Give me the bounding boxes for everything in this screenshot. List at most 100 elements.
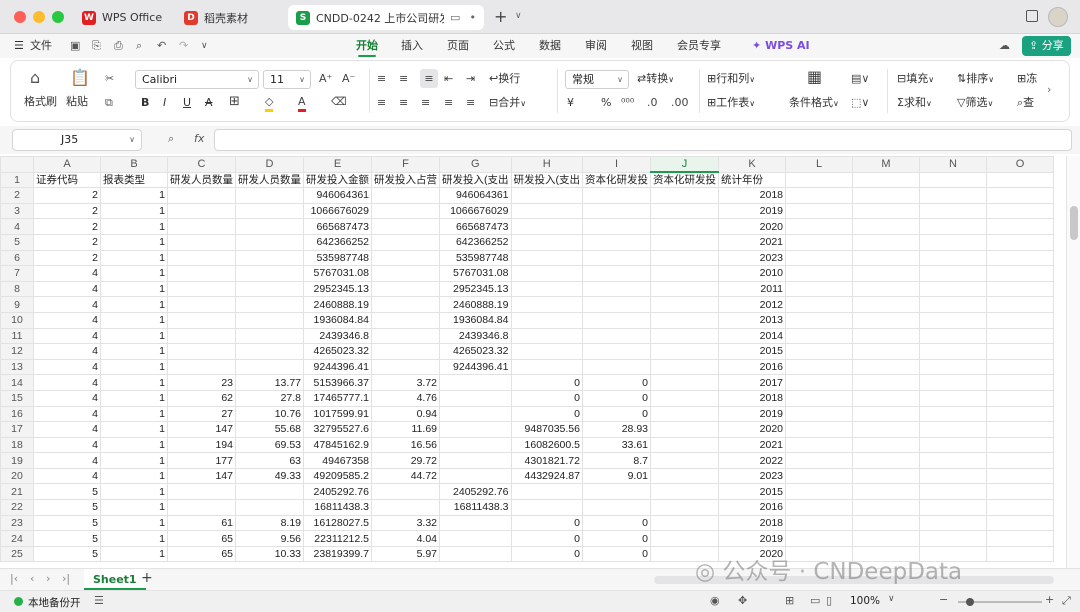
cell[interactable]	[919, 311, 987, 329]
cell[interactable]: 2405292.76	[439, 483, 512, 501]
cell[interactable]	[582, 265, 651, 282]
cell[interactable]: 4	[33, 296, 101, 313]
fill-button[interactable]: ⊟填充∨	[897, 72, 934, 87]
cell[interactable]: 2011	[718, 280, 786, 298]
thousands-separator-icon[interactable]: ⁰⁰⁰	[621, 96, 634, 110]
cell[interactable]	[986, 421, 1054, 438]
cell[interactable]	[371, 327, 440, 345]
font-family-select[interactable]: Calibri ∨	[135, 70, 259, 89]
cell[interactable]	[582, 343, 651, 360]
cell[interactable]: 147	[167, 421, 236, 438]
cell[interactable]	[986, 452, 1054, 469]
paste-icon[interactable]: 📋	[70, 70, 90, 86]
cell[interactable]: 2952345.13	[303, 280, 372, 298]
freeze-button[interactable]: ⊞冻	[1017, 72, 1037, 86]
cell[interactable]	[986, 202, 1054, 220]
scrollbar-thumb[interactable]	[1070, 206, 1078, 240]
cell[interactable]: 4301821.72	[510, 452, 583, 469]
cell[interactable]: 2	[33, 249, 101, 267]
cell[interactable]: 5767031.08	[439, 265, 512, 282]
sum-button[interactable]: Σ求和∨	[897, 96, 932, 111]
cell[interactable]: 29.72	[371, 452, 440, 469]
cell[interactable]	[919, 421, 987, 438]
cell[interactable]	[582, 358, 651, 376]
unsaved-dot-icon[interactable]: •	[470, 11, 477, 24]
cell[interactable]	[510, 327, 583, 345]
cell[interactable]	[919, 530, 987, 547]
cell[interactable]	[785, 483, 853, 501]
cell[interactable]: 1	[100, 358, 168, 376]
cell[interactable]: 2012	[718, 296, 786, 313]
cell[interactable]: 1	[100, 467, 168, 485]
row-header[interactable]: 1	[0, 171, 34, 189]
merge-button[interactable]: ⊟合并∨	[489, 96, 526, 111]
cell[interactable]	[167, 499, 236, 516]
cell[interactable]	[439, 374, 512, 391]
zoom-out-icon[interactable]: −	[939, 593, 948, 606]
page-break-icon[interactable]: ▯	[826, 594, 832, 607]
cell[interactable]: 1936084.84	[303, 311, 372, 329]
cell[interactable]: 报表类型	[100, 171, 168, 189]
row-header[interactable]: 14	[0, 374, 34, 391]
cell[interactable]	[582, 202, 651, 220]
cell[interactable]: 9.56	[235, 530, 304, 547]
cell[interactable]: 23819399.7	[303, 545, 372, 563]
cell[interactable]: 2	[33, 187, 101, 204]
name-box[interactable]: J35 ∨	[12, 129, 142, 151]
cell[interactable]: 研发投入金额	[303, 171, 372, 189]
cell[interactable]: 65	[167, 530, 236, 547]
cell[interactable]: 2019	[718, 530, 786, 547]
cell[interactable]	[919, 452, 987, 469]
cell[interactable]	[650, 467, 719, 485]
cell[interactable]: 研发投入(支出	[510, 171, 583, 189]
cell[interactable]: 2014	[718, 327, 786, 345]
cell[interactable]: 49209585.2	[303, 467, 372, 485]
cell[interactable]	[852, 436, 920, 454]
cell[interactable]: 2439346.8	[303, 327, 372, 345]
fx-icon[interactable]: fx	[194, 132, 204, 145]
cell[interactable]	[371, 499, 440, 516]
cell[interactable]	[167, 343, 236, 360]
cell[interactable]	[582, 327, 651, 345]
cell[interactable]	[919, 483, 987, 501]
cell[interactable]	[510, 187, 583, 204]
cell[interactable]	[167, 483, 236, 501]
cell[interactable]	[986, 499, 1054, 516]
cell[interactable]: 32795527.6	[303, 421, 372, 438]
cell[interactable]: 61	[167, 514, 236, 532]
cell[interactable]: 665687473	[439, 218, 512, 235]
cell[interactable]: 665687473	[303, 218, 372, 235]
cell[interactable]: 49467358	[303, 452, 372, 469]
cell[interactable]: 5153966.37	[303, 374, 372, 391]
cell[interactable]	[919, 280, 987, 298]
cell[interactable]	[852, 327, 920, 345]
row-header[interactable]: 6	[0, 249, 34, 267]
column-header[interactable]: D	[235, 156, 304, 173]
cell[interactable]: 5	[33, 514, 101, 532]
status-list-icon[interactable]: ☰	[94, 594, 104, 607]
cell[interactable]	[919, 467, 987, 485]
cell[interactable]	[235, 202, 304, 220]
cell[interactable]	[919, 233, 987, 251]
cell[interactable]: 9.01	[582, 467, 651, 485]
cell[interactable]: 0	[510, 514, 583, 532]
cell[interactable]: 0	[510, 545, 583, 563]
row-header[interactable]: 9	[0, 296, 34, 313]
format-painter-icon[interactable]: ⌂	[30, 70, 40, 86]
cell[interactable]: 642366252	[303, 233, 372, 251]
column-header[interactable]: C	[167, 156, 236, 173]
copy-icon[interactable]: ⧉	[105, 96, 113, 110]
cell[interactable]: 4265023.32	[439, 343, 512, 360]
row-header[interactable]: 11	[0, 327, 34, 345]
cell[interactable]: 1	[100, 218, 168, 235]
cell[interactable]	[582, 296, 651, 313]
cell[interactable]	[371, 483, 440, 501]
cell[interactable]	[650, 233, 719, 251]
worksheet-button[interactable]: ⊞工作表∨	[707, 96, 755, 111]
cell[interactable]: 3.32	[371, 514, 440, 532]
cell[interactable]	[852, 467, 920, 485]
cell[interactable]: 5	[33, 545, 101, 563]
cell[interactable]: 2018	[718, 187, 786, 204]
align-center-icon[interactable]: ≡	[399, 96, 408, 110]
cell[interactable]	[582, 218, 651, 235]
